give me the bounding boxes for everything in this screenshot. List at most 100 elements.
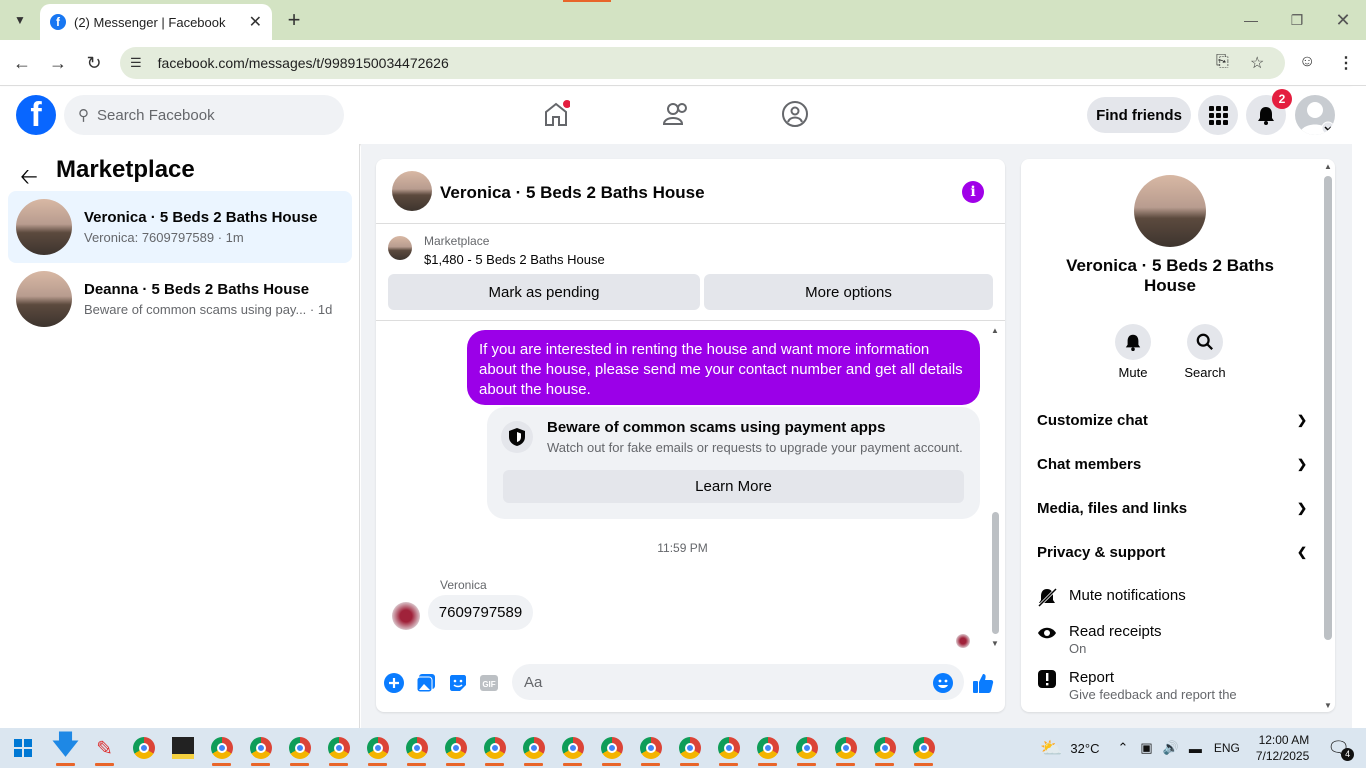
chrome-profile-icon[interactable] — [202, 728, 241, 768]
close-tab-icon[interactable]: ✕ — [249, 12, 262, 32]
new-tab-button[interactable]: + — [282, 7, 306, 32]
chat-title[interactable]: Veronica · 5 Beds 2 Baths House — [440, 183, 705, 203]
gif-icon[interactable]: GIF — [478, 672, 500, 694]
details-scrollbar[interactable]: ▲ ▼ — [1322, 162, 1334, 710]
customize-chat-section[interactable]: Customize chat ❯ — [1037, 402, 1307, 438]
details-chat-name: Veronica · 5 Beds 2 Baths House — [1066, 256, 1274, 295]
forward-button[interactable]: → — [46, 52, 70, 74]
report-item[interactable]: Report Give feedback and report the — [1037, 669, 1307, 703]
chrome-profile-icon[interactable] — [241, 728, 280, 768]
omnibox[interactable]: ☰ facebook.com/messages/t/99891500344726… — [120, 47, 1285, 79]
close-window-button[interactable]: ✕ — [1329, 8, 1357, 32]
chrome-profile-icon[interactable] — [319, 728, 358, 768]
bookmark-star-icon[interactable]: ☆ — [1250, 53, 1264, 73]
photo-gallery-icon[interactable] — [415, 672, 437, 694]
temperature[interactable]: 32°C — [1070, 741, 1099, 756]
chevron-down-icon: ❯ — [1296, 501, 1307, 515]
browser-tab-messenger[interactable]: f (2) Messenger | Facebook ✕ — [40, 4, 272, 40]
conversation-item-deanna[interactable]: Deanna · 5 Beds 2 Baths House Beware of … — [8, 263, 352, 335]
scam-warning-title: Beware of common scams using payment app… — [547, 419, 886, 436]
facebook-search-input[interactable]: ⚲ Search Facebook — [64, 95, 344, 135]
chrome-profile-icon[interactable] — [904, 728, 943, 768]
chrome-icon[interactable] — [124, 728, 163, 768]
search-icon: ⚲ — [78, 107, 89, 124]
restore-button[interactable]: ❐ — [1283, 8, 1311, 32]
groups-icon[interactable] — [781, 100, 809, 128]
download-manager-icon[interactable]: 🡇 — [46, 728, 85, 768]
back-button[interactable]: ← — [10, 52, 34, 74]
chrome-profile-icon[interactable] — [553, 728, 592, 768]
friends-icon[interactable] — [662, 100, 690, 128]
learn-more-button[interactable]: Learn More — [503, 470, 964, 503]
sticker-icon[interactable] — [447, 672, 469, 694]
install-app-icon[interactable]: ⎘ — [1216, 53, 1229, 71]
tray-meet-icon[interactable]: ▣ — [1140, 740, 1152, 756]
clock[interactable]: 12:00 AM 7/12/2025 — [1256, 732, 1309, 764]
mute-notifications-item[interactable]: Mute notifications — [1037, 587, 1307, 607]
chrome-profile-icon[interactable] — [280, 728, 319, 768]
mute-label: Mute — [1118, 365, 1148, 380]
minimize-button[interactable]: — — [1237, 8, 1265, 32]
chrome-profile-icon[interactable] — [592, 728, 631, 768]
chrome-profile-icon[interactable] — [865, 728, 904, 768]
divider — [376, 320, 1005, 321]
chrome-profile-icon[interactable] — [358, 728, 397, 768]
menu-grid-icon[interactable] — [1198, 95, 1238, 135]
thumbs-up-icon[interactable] — [972, 672, 994, 694]
paint-app-icon[interactable]: ✎ — [85, 728, 124, 768]
conversation-item-veronica[interactable]: Veronica · 5 Beds 2 Baths House Veronica… — [8, 191, 352, 263]
page-scrollbar[interactable] — [1352, 87, 1366, 728]
chrome-profile-icon[interactable] — [514, 728, 553, 768]
tab-search-chevron-icon[interactable]: ▼ — [8, 8, 32, 32]
sender-avatar[interactable] — [392, 602, 420, 630]
media-files-links-section[interactable]: Media, files and links ❯ — [1037, 490, 1307, 526]
url-text[interactable]: facebook.com/messages/t/9989150034472626 — [158, 55, 449, 71]
sticky-notes-icon[interactable] — [163, 728, 202, 768]
emoji-icon[interactable] — [932, 672, 954, 694]
windows-start-icon[interactable] — [0, 728, 46, 768]
listing-small-thumbnail[interactable] — [388, 236, 412, 260]
chrome-profile-icon[interactable] — [826, 728, 865, 768]
browser-menu-icon[interactable]: ⋮ — [1338, 53, 1354, 73]
eye-icon — [1037, 623, 1057, 643]
site-info-icon[interactable]: ☰ — [130, 55, 142, 71]
profile-icon[interactable]: ☺ — [1299, 53, 1315, 71]
mark-as-pending-button[interactable]: Mark as pending — [388, 274, 700, 310]
tray-overflow-chevron-icon[interactable]: ⌃ — [1117, 740, 1128, 756]
chrome-profile-icon[interactable] — [475, 728, 514, 768]
notification-center-icon[interactable]: 🗨 4 — [1327, 738, 1355, 761]
battery-icon[interactable]: ▬ — [1189, 741, 1202, 756]
chat-scrollbar[interactable]: ▲ ▼ — [990, 326, 1001, 648]
conversation-name: Deanna · 5 Beds 2 Baths House — [84, 281, 310, 298]
listing-price-title[interactable]: $1,480 - 5 Beds 2 Baths House — [424, 252, 605, 267]
details-listing-thumbnail — [1134, 175, 1206, 247]
chrome-profile-icon[interactable] — [670, 728, 709, 768]
chrome-profile-icon[interactable] — [787, 728, 826, 768]
find-friends-button[interactable]: Find friends — [1087, 97, 1191, 133]
chrome-profile-icon[interactable] — [709, 728, 748, 768]
marketplace-label: Marketplace — [424, 234, 490, 248]
search-chat-icon[interactable] — [1187, 324, 1223, 360]
chat-header-thumbnail[interactable] — [392, 171, 432, 211]
volume-icon[interactable]: 🔊 — [1163, 740, 1179, 756]
read-receipts-item[interactable]: Read receipts On — [1037, 623, 1307, 657]
privacy-support-section[interactable]: Privacy & support ❮ — [1037, 534, 1307, 570]
chat-members-section[interactable]: Chat members ❯ — [1037, 446, 1307, 482]
plus-actions-icon[interactable] — [383, 672, 405, 694]
chrome-profile-icon[interactable] — [397, 728, 436, 768]
conversation-name: Veronica · 5 Beds 2 Baths House — [84, 209, 318, 226]
mute-bell-icon[interactable] — [1115, 324, 1151, 360]
chevron-up-icon: ❮ — [1296, 545, 1307, 559]
facebook-logo[interactable]: f — [16, 95, 56, 135]
chrome-profile-icon[interactable] — [748, 728, 787, 768]
home-icon[interactable] — [542, 100, 570, 128]
weather-icon[interactable]: ⛅ — [1040, 738, 1062, 759]
info-icon[interactable]: i — [962, 181, 984, 203]
language-indicator[interactable]: ENG — [1214, 741, 1240, 755]
chrome-profile-icon[interactable] — [436, 728, 475, 768]
reload-button[interactable]: ↻ — [82, 52, 106, 74]
more-options-button[interactable]: More options — [704, 274, 993, 310]
chrome-profile-icon[interactable] — [631, 728, 670, 768]
message-input[interactable]: Aa — [512, 664, 964, 700]
account-avatar[interactable] — [1295, 95, 1335, 135]
